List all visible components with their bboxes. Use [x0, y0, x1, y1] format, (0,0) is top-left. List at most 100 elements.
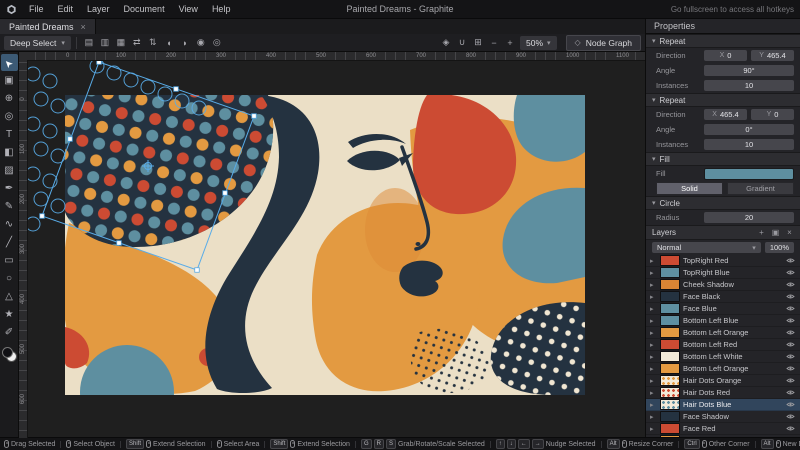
layer-row[interactable]: ▸Bottom Left White: [646, 351, 800, 363]
expand-icon[interactable]: ▸: [650, 329, 657, 337]
expand-icon[interactable]: ▸: [650, 389, 657, 397]
layer-row[interactable]: ▸Face Blue: [646, 303, 800, 315]
layer-row[interactable]: ▸Face Black: [646, 291, 800, 303]
section-repeat-1[interactable]: ▾ Repeat: [646, 34, 800, 48]
visibility-eye-icon[interactable]: [784, 365, 796, 372]
align-right-icon[interactable]: ▦: [114, 36, 128, 50]
layer-row[interactable]: ▸Face Red: [646, 423, 800, 435]
freehand-tool[interactable]: ✎: [1, 198, 18, 215]
menu-item-layer[interactable]: Layer: [80, 2, 117, 16]
fill-tool[interactable]: ◧: [1, 144, 18, 161]
visibility-eye-icon[interactable]: [784, 353, 796, 360]
fill-gradient-button[interactable]: Gradient: [727, 182, 794, 195]
select-mode-dropdown[interactable]: Deep Select ▾: [4, 36, 71, 50]
layer-row[interactable]: ▸TopRight Blue: [646, 267, 800, 279]
expand-icon[interactable]: ▸: [650, 317, 657, 325]
star-tool[interactable]: ★: [1, 306, 18, 323]
new-layer-icon[interactable]: +: [757, 228, 766, 237]
ellipse-tool[interactable]: ○: [1, 270, 18, 287]
fill-solid-button[interactable]: Solid: [656, 182, 723, 195]
visibility-eye-icon[interactable]: [784, 293, 796, 300]
repeat1-angle-input[interactable]: 90°: [704, 65, 794, 76]
visibility-eye-icon[interactable]: [784, 257, 796, 264]
expand-icon[interactable]: ▸: [650, 365, 657, 373]
ruler-left[interactable]: 0100200300400500600: [19, 60, 28, 438]
expand-icon[interactable]: ▸: [650, 293, 657, 301]
repeat1-instances-input[interactable]: 10: [704, 80, 794, 91]
opacity-input[interactable]: 100%: [765, 242, 794, 253]
expand-icon[interactable]: ▸: [650, 413, 657, 421]
visibility-eye-icon[interactable]: [784, 413, 796, 420]
visibility-eye-icon[interactable]: [784, 389, 796, 396]
visibility-eye-icon[interactable]: [784, 329, 796, 336]
fill-swatch[interactable]: [704, 168, 794, 180]
blend-mode-select[interactable]: Normal ▾: [652, 242, 761, 253]
canvas-viewport[interactable]: 010020030040050060070080090010001100 010…: [19, 52, 645, 438]
layer-row[interactable]: ▸Bottom Left Orange: [646, 327, 800, 339]
navigate-tool[interactable]: ⊕: [1, 90, 18, 107]
repeat2-angle-input[interactable]: 0°: [704, 124, 794, 135]
layer-row[interactable]: ▸Hair Dots Blue: [646, 399, 800, 411]
brush-tool[interactable]: ✐: [1, 324, 18, 341]
boolean-intersect-icon[interactable]: ◉: [194, 36, 208, 50]
pen-tool[interactable]: ✒: [1, 180, 18, 197]
layer-row[interactable]: ▸Face Shadow: [646, 411, 800, 423]
color-swatches[interactable]: [2, 347, 17, 362]
layer-row[interactable]: ▸Bottom Left Orange: [646, 363, 800, 375]
ruler-top[interactable]: 010020030040050060070080090010001100: [19, 52, 645, 61]
expand-icon[interactable]: ▸: [650, 269, 657, 277]
expand-icon[interactable]: ▸: [650, 305, 657, 313]
new-folder-icon[interactable]: ▣: [771, 228, 780, 237]
layer-row[interactable]: ▸Bottom Left Blue: [646, 315, 800, 327]
visibility-eye-icon[interactable]: [784, 317, 796, 324]
menu-item-file[interactable]: File: [22, 2, 51, 16]
snapping-icon[interactable]: ∪: [455, 36, 469, 50]
align-center-icon[interactable]: ▥: [98, 36, 112, 50]
boolean-union-icon[interactable]: ◖: [162, 36, 176, 50]
text-tool[interactable]: T: [1, 126, 18, 143]
grid-icon[interactable]: ⊞: [471, 36, 485, 50]
repeat2-direction-x-input[interactable]: X 465.4: [704, 109, 747, 120]
document-tab[interactable]: Painted Dreams ×: [0, 18, 96, 34]
visibility-eye-icon[interactable]: [784, 377, 796, 384]
align-left-icon[interactable]: ▤: [82, 36, 96, 50]
node-graph-button[interactable]: ◇ Node Graph: [566, 35, 641, 51]
repeat2-instances-input[interactable]: 10: [704, 139, 794, 150]
eyedropper-tool[interactable]: ◎: [1, 108, 18, 125]
gradient-tool[interactable]: ▨: [1, 162, 18, 179]
layer-row[interactable]: ▸Cheek Shadow: [646, 279, 800, 291]
expand-icon[interactable]: ▸: [650, 401, 657, 409]
flip-vertical-icon[interactable]: ⇅: [146, 36, 160, 50]
line-tool[interactable]: ╱: [1, 234, 18, 251]
boolean-difference-icon[interactable]: ◎: [210, 36, 224, 50]
select-tool[interactable]: ➤: [1, 54, 18, 71]
rectangle-tool[interactable]: ▭: [1, 252, 18, 269]
repeat2-direction-y-input[interactable]: Y 0: [751, 109, 794, 120]
layer-row[interactable]: ▸Hair Dots Red: [646, 387, 800, 399]
repeat1-direction-y-input[interactable]: Y 465.4: [751, 50, 794, 61]
artboard[interactable]: [65, 95, 585, 395]
zoom-out-icon[interactable]: −: [487, 36, 501, 50]
overlays-icon[interactable]: ◈: [439, 36, 453, 50]
polygon-tool[interactable]: △: [1, 288, 18, 305]
menu-item-help[interactable]: Help: [205, 2, 238, 16]
layer-row[interactable]: ▸Hair Dots Orange: [646, 375, 800, 387]
artboard-tool[interactable]: ▣: [1, 72, 18, 89]
repeat1-direction-x-input[interactable]: X 0: [704, 50, 747, 61]
primary-color-swatch[interactable]: [2, 347, 13, 358]
boolean-subtract-icon[interactable]: ◗: [178, 36, 192, 50]
section-repeat-2[interactable]: ▾ Repeat: [646, 93, 800, 107]
flip-horizontal-icon[interactable]: ⇄: [130, 36, 144, 50]
graphite-logo-icon[interactable]: [6, 4, 17, 15]
expand-icon[interactable]: ▸: [650, 377, 657, 385]
zoom-level-input[interactable]: 50% ▾: [520, 36, 557, 50]
visibility-eye-icon[interactable]: [784, 425, 796, 432]
expand-icon[interactable]: ▸: [650, 257, 657, 265]
expand-icon[interactable]: ▸: [650, 353, 657, 361]
section-circle[interactable]: ▾ Circle: [646, 196, 800, 210]
delete-layer-icon[interactable]: ×: [785, 228, 794, 237]
expand-icon[interactable]: ▸: [650, 281, 657, 289]
expand-icon[interactable]: ▸: [650, 425, 657, 433]
close-icon[interactable]: ×: [81, 22, 86, 32]
visibility-eye-icon[interactable]: [784, 341, 796, 348]
